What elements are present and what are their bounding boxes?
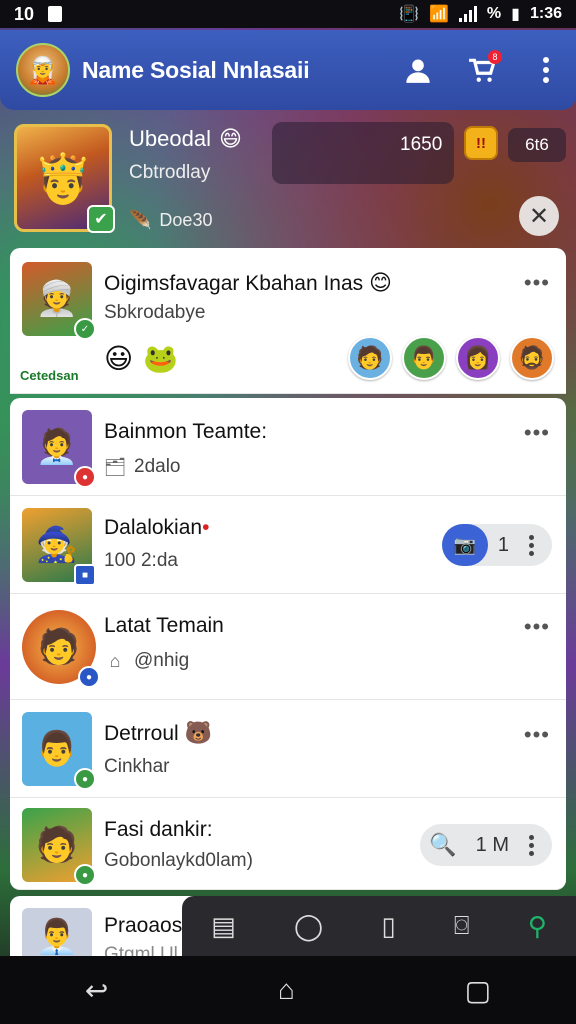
status-badge: ●	[74, 768, 96, 790]
close-icon: ✕	[528, 202, 550, 230]
item-subtitle: 100 2:da	[104, 550, 178, 571]
caption-badge: Cetedsan	[20, 368, 79, 383]
sim-icon	[48, 6, 63, 22]
item-title: Praoaos	[104, 914, 183, 937]
profile-avatar[interactable]: 🤴 ✔	[14, 124, 115, 233]
status-badge: ●	[74, 466, 96, 488]
status-badge: ●	[78, 666, 100, 688]
item-title: Fasi dankir:	[104, 818, 213, 841]
tab-search-icon[interactable]: ◯	[294, 911, 323, 942]
more-options-icon[interactable]: •••	[524, 722, 550, 748]
signal-icon	[458, 6, 477, 22]
camera-icon[interactable]: 📷	[441, 524, 488, 566]
smile-emoji-icon: 😊	[369, 270, 392, 295]
status-bar: 10 📳 📶 % ▮ 1:36	[0, 0, 576, 28]
avatar: 👳 ✓	[22, 262, 96, 340]
profile-stat: 1650	[400, 134, 443, 155]
coin-label: !!	[476, 134, 486, 152]
wifi-icon: 📶	[429, 6, 449, 23]
item-title: Bainmon Teamte:	[104, 420, 268, 443]
user-icon[interactable]	[404, 56, 432, 84]
item-subtitle: 2dalo	[134, 456, 181, 477]
clock: 1:36	[529, 5, 562, 22]
kebab-menu-icon[interactable]	[519, 534, 544, 556]
item-title: Latat Temain	[104, 614, 224, 637]
profile-tag: Doe30	[159, 210, 213, 230]
tab-phone-icon[interactable]: ▯	[381, 911, 395, 942]
avatar: 🧙 ■	[22, 508, 96, 586]
app-header: 🧝 Name Sosial Nnlasaii 8	[0, 30, 576, 110]
kebab-menu-icon[interactable]	[532, 56, 560, 84]
frog-reaction-icon[interactable]: 🐸	[143, 342, 178, 375]
more-options-icon[interactable]: •••	[524, 614, 550, 640]
search-icon[interactable]: 🔍	[420, 824, 466, 866]
vibrate-icon: 📳	[399, 6, 419, 23]
cart-icon[interactable]: 8	[468, 50, 502, 84]
avatar: 🧑‍💼 ●	[22, 410, 96, 488]
profile-panel: 🤴 ✔ Ubeodal 😄 Cbtrodlay 🪶 Doe30 1650 !! 6t…	[14, 120, 566, 238]
list-item[interactable]: 🧙 ■ Dalalokian• 100 2:da 📷 1	[10, 496, 566, 594]
action-pill[interactable]: 🔍 1 M	[419, 824, 552, 866]
system-nav-bar: ↩ ⌂ ▢	[0, 956, 576, 1024]
member-avatar[interactable]: 🧔	[510, 336, 554, 380]
app-logo-icon: 🧝	[16, 43, 70, 97]
list-item[interactable]: 👳 ✓ Cetedsan Oigimsfavagar Kbahan Inas 😊…	[10, 248, 566, 394]
status-badge: ■	[74, 564, 96, 586]
feather-icon: 🪶	[129, 210, 152, 230]
member-avatar[interactable]: 🧑	[348, 336, 392, 380]
item-subtitle: Sbkrodabye	[104, 302, 206, 323]
verified-icon: ✓	[74, 318, 96, 340]
member-avatar[interactable]: 👨	[402, 336, 446, 380]
avatar: 🧑 ●	[22, 808, 96, 886]
shield-icon: ✔	[87, 205, 115, 233]
list-item[interactable]: 🧑‍💼 ● Bainmon Teamte: 🗂 2dalo •••	[10, 398, 566, 496]
battery-percent: %	[486, 5, 502, 22]
app-title: Name Sosial Nnlasaii	[82, 56, 310, 83]
cart-badge: 8	[488, 50, 502, 64]
more-options-icon[interactable]: •••	[524, 420, 550, 446]
pill-count: 1 M	[475, 833, 509, 856]
home-icon[interactable]: ⌂	[278, 974, 295, 1006]
profile-stat-2: 6t6	[508, 128, 566, 162]
profile-subtitle: Cbtrodlay	[129, 162, 211, 183]
close-button[interactable]: ✕	[519, 196, 559, 236]
home-icon: ⌂	[109, 650, 121, 671]
item-subtitle: Cinkhar	[104, 756, 170, 777]
chat-list: 👳 ✓ Cetedsan Oigimsfavagar Kbahan Inas 😊…	[10, 248, 566, 966]
item-title: Dalalokian	[104, 516, 203, 539]
kebab-menu-icon[interactable]	[519, 834, 544, 856]
profile-name: Ubeodal	[129, 126, 211, 151]
status-badge: ●	[74, 864, 96, 886]
avatar: 🧑 ●	[22, 610, 100, 688]
item-title: Oigimsfavagar Kbahan Inas	[104, 272, 364, 295]
more-options-icon[interactable]: •••	[524, 270, 550, 296]
list-item[interactable]: 👨 ● Detrroul 🐻 Cinkhar •••	[10, 700, 566, 798]
battery-icon: ▮	[511, 6, 520, 23]
recents-icon[interactable]: ▢	[465, 974, 491, 1007]
list-item[interactable]: 🧑 ● Latat Temain ⌂ @nhig •••	[10, 594, 566, 700]
tab-profile-search-icon[interactable]: ⚲	[528, 911, 547, 942]
smile-reaction-icon[interactable]: 😃	[104, 342, 133, 375]
pill-count: 1	[497, 533, 509, 556]
item-subtitle: Gobonlaykd0lam)	[104, 850, 253, 871]
file-icon: 🗂	[103, 456, 127, 477]
list-item[interactable]: 🧑 ● Fasi dankir: Gobonlaykd0lam) 🔍 1 M	[10, 798, 566, 890]
item-subtitle: @nhig	[134, 650, 190, 671]
action-pill[interactable]: 📷 1	[441, 524, 552, 566]
tab-store-icon[interactable]: ▤	[211, 911, 236, 942]
avatar: 👨 ●	[22, 712, 96, 790]
back-icon[interactable]: ↩	[85, 974, 108, 1007]
unread-dot-icon: •	[202, 516, 210, 539]
member-avatar[interactable]: 👩	[456, 336, 500, 380]
bear-emoji-icon: 🐻	[184, 720, 212, 745]
bottom-tab-bar: ▤ ◯ ▯ ⌼ ⚲	[182, 896, 576, 956]
item-title: Detrroul	[104, 722, 179, 745]
tab-camera-icon[interactable]: ⌼	[454, 910, 470, 942]
smile-emoji-icon: 😄	[218, 126, 242, 151]
coin-icon[interactable]: !!	[464, 126, 498, 160]
status-left-text: 10	[14, 3, 35, 24]
